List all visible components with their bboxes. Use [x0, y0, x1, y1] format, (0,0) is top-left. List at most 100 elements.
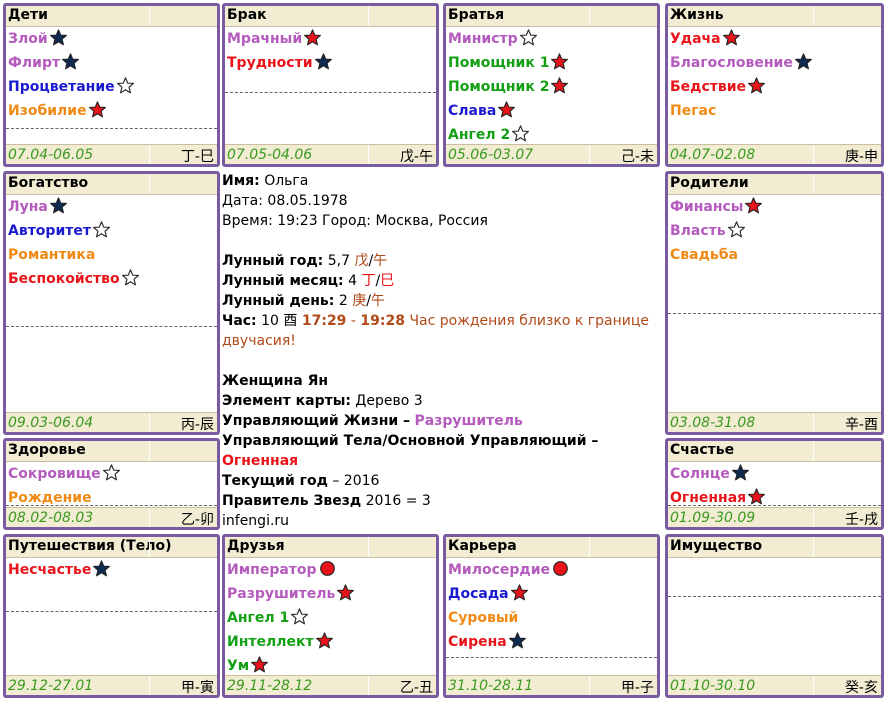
lunar-year-line: Лунный год: 5,7 戊/午: [222, 253, 388, 269]
star-item[interactable]: Злой: [8, 27, 215, 51]
palace-travel: Путешествия (Тело) Несчастье 29.12-27.01 甲-…: [3, 534, 220, 698]
star-item[interactable]: Свадьба: [670, 243, 879, 267]
palace-name: Дети: [8, 7, 48, 23]
palace-footer: 29.11-28.12 乙-丑: [225, 675, 436, 695]
palace-footer: 31.10-28.11 甲-子: [446, 675, 657, 695]
palace-footer: 01.09-30.09 壬-戌: [668, 507, 881, 527]
star-item[interactable]: Милосердие: [448, 558, 655, 582]
palace-name: Счастье: [670, 442, 735, 458]
star-navy-icon: [314, 53, 332, 78]
palace-stem-branch: 丙-辰: [180, 417, 214, 433]
star-item[interactable]: Ангел 1: [227, 606, 434, 630]
star-item[interactable]: Сокровище: [8, 462, 215, 486]
palace-date-range: 01.10-30.10: [670, 678, 756, 694]
star-label: Трудности: [227, 55, 313, 71]
star-label: Интеллект: [227, 634, 314, 650]
star-item[interactable]: Удача: [670, 27, 879, 51]
palace-stem-branch: 甲-寅: [180, 680, 214, 696]
star-outline-icon: [102, 464, 120, 489]
star-item[interactable]: Финансы: [670, 195, 879, 219]
star-red-icon: [315, 632, 333, 657]
star-red-icon: [551, 77, 569, 102]
palace-header: Дети: [6, 6, 217, 27]
lunar-month-line: Лунный месяц: 4 丁/巳: [222, 273, 395, 289]
lunar-day-line: Лунный день: 2 庚/午: [222, 293, 385, 309]
star-item[interactable]: Помощник 1: [448, 51, 655, 75]
star-label: Романтика: [8, 247, 96, 263]
palace-divider: [225, 92, 436, 93]
star-label: Помощник 2: [448, 79, 550, 95]
site-link[interactable]: infengi.ru: [222, 511, 664, 531]
palace-name: Карьера: [448, 538, 517, 554]
star-label: Слава: [448, 103, 497, 119]
star-item[interactable]: Досада: [448, 582, 655, 606]
star-item[interactable]: Суровый: [448, 606, 655, 630]
palace-name: Здоровье: [8, 442, 86, 458]
time-line: Время: 19:23 Город: Москва, Россия: [222, 213, 488, 229]
palace-name: Жизнь: [670, 7, 724, 23]
palace-property: Имущество 01.10-30.10 癸-亥: [665, 534, 884, 698]
star-item[interactable]: Несчастье: [8, 558, 215, 582]
palace-header: Счастье: [668, 441, 881, 462]
palace-divider: [6, 611, 217, 612]
chart-info-panel: Имя: Ольга Дата: 08.05.1978 Время: 19:23…: [222, 171, 664, 531]
star-label: Удача: [670, 31, 721, 47]
star-item[interactable]: Изобилие: [8, 99, 215, 123]
palace-wealth: Богатство Луна Авторитет Романтика Беспокойс…: [3, 171, 220, 435]
star-item[interactable]: Разрушитель: [227, 582, 434, 606]
palace-star-list: Удача Благословение Бедствие Пегас: [670, 27, 879, 123]
palace-friends: Друзья Император Разрушитель Ангел 1 Интелле…: [222, 534, 439, 698]
star-item[interactable]: Трудности: [227, 51, 434, 75]
palace-star-list: Император Разрушитель Ангел 1 Интеллект Ум: [227, 558, 434, 678]
star-item[interactable]: Благословение: [670, 51, 879, 75]
palace-divider: [668, 313, 881, 314]
star-label: Несчастье: [8, 562, 92, 578]
star-item[interactable]: Флирт: [8, 51, 215, 75]
star-label: Суровый: [448, 610, 519, 626]
palace-stem-branch: 辛-酉: [844, 417, 878, 433]
star-ruler-line: Правитель Звезд 2016 = 3: [222, 493, 431, 509]
star-item[interactable]: Мрачный: [227, 27, 434, 51]
name-line: Имя: Ольга: [222, 173, 309, 189]
palace-happiness: Счастье Солнце Огненная 01.09-30.09 壬-戌: [665, 438, 884, 530]
palace-star-list: Луна Авторитет Романтика Беспокойство: [8, 195, 215, 291]
star-item[interactable]: Авторитет: [8, 219, 215, 243]
palace-footer: 03.08-31.08 辛-酉: [668, 412, 881, 432]
star-outline-icon: [121, 269, 139, 294]
life-ruler-line: Управляющий Жизни – Разрушитель: [222, 413, 523, 429]
star-item[interactable]: Луна: [8, 195, 215, 219]
palace-date-range: 29.12-27.01: [8, 678, 94, 694]
star-item[interactable]: Власть: [670, 219, 879, 243]
star-label: Мрачный: [227, 31, 303, 47]
star-label: Злой: [8, 31, 48, 47]
star-navy-icon: [508, 632, 526, 657]
star-item[interactable]: Пегас: [670, 99, 879, 123]
current-year-line: Текущий год – 2016: [222, 473, 380, 489]
palace-star-list: Финансы Власть Свадьба: [670, 195, 879, 267]
palace-divider: [6, 326, 217, 327]
palace-stem-branch: 丁-巳: [180, 149, 214, 165]
hour-line: Час: 10 酉 17:29 - 19:28 Час рождения бли…: [222, 313, 649, 349]
palace-name: Друзья: [227, 538, 285, 554]
star-item[interactable]: Помощник 2: [448, 75, 655, 99]
red-dot-icon: [552, 560, 569, 585]
star-label: Процветание: [8, 79, 115, 95]
star-item[interactable]: Беспокойство: [8, 267, 215, 291]
star-item[interactable]: Интеллект: [227, 630, 434, 654]
star-item[interactable]: Солнце: [670, 462, 879, 486]
star-label: Беспокойство: [8, 271, 120, 287]
star-item[interactable]: Император: [227, 558, 434, 582]
star-item[interactable]: Министр: [448, 27, 655, 51]
palace-star-list: Несчастье: [8, 558, 215, 582]
star-item[interactable]: Процветание: [8, 75, 215, 99]
palace-brothers: Братья Министр Помощник 1 Помощник 2 Слава Ан…: [443, 3, 660, 167]
star-item[interactable]: Сирена: [448, 630, 655, 654]
palace-stem-branch: 乙-丑: [399, 680, 433, 696]
star-item[interactable]: Романтика: [8, 243, 215, 267]
star-item[interactable]: Слава: [448, 99, 655, 123]
star-item[interactable]: Бедствие: [670, 75, 879, 99]
star-label: Ум: [227, 658, 250, 674]
star-red-icon: [745, 197, 763, 222]
palace-parents: Родители Финансы Власть Свадьба 03.08-31.08 辛…: [665, 171, 884, 435]
star-label: Император: [227, 562, 317, 578]
